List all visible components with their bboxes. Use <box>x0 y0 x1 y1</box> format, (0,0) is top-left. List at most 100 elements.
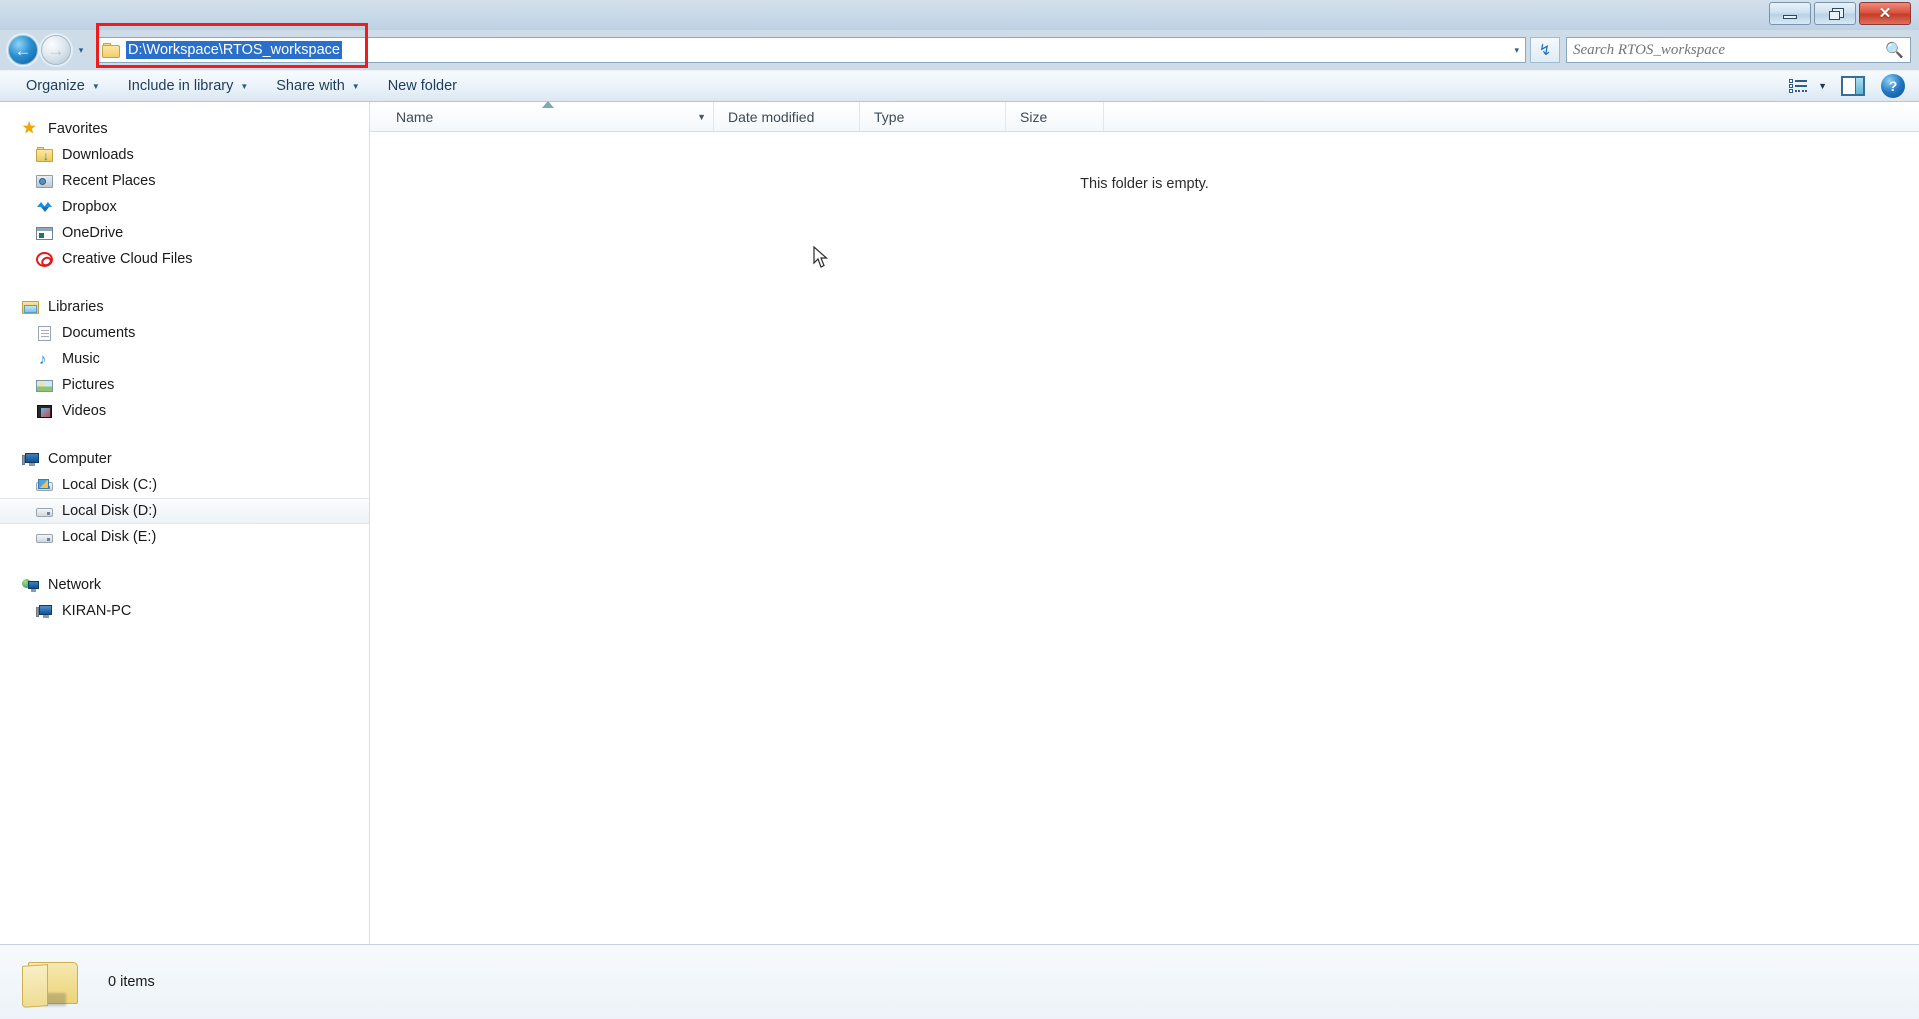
chevron-down-icon[interactable]: ▾ <box>1514 45 1519 56</box>
sidebar-item-label: Local Disk (D:) <box>62 503 158 519</box>
share-with-label: Share with <box>276 78 345 94</box>
search-input[interactable] <box>1573 41 1886 59</box>
refresh-button[interactable]: ↯ <box>1530 37 1560 63</box>
chevron-down-icon: ▼ <box>240 81 249 91</box>
close-icon: ✕ <box>1878 5 1892 22</box>
view-options-icon[interactable] <box>1788 77 1810 95</box>
folder-icon <box>22 957 82 1008</box>
downloads-folder-icon: ↓ <box>36 146 54 164</box>
sidebar-item-recent-places[interactable]: Recent Places <box>0 168 369 194</box>
title-bar: ✕ <box>0 0 1919 30</box>
sidebar-item-libraries[interactable]: Libraries <box>0 294 369 320</box>
sidebar-item-onedrive[interactable]: OneDrive <box>0 220 369 246</box>
minimize-icon <box>1783 15 1797 19</box>
sidebar-item-label: KIRAN-PC <box>62 603 132 619</box>
column-header-filler <box>1104 102 1919 131</box>
address-bar-row: ← → ▾ D:\Workspace\RTOS_workspace ▾ ↯ 🔍 <box>0 23 1919 70</box>
explorer-body: ★ Favorites ↓ Downloads Recent Places Dr… <box>0 101 1919 944</box>
sidebar-item-label: Libraries <box>48 299 104 315</box>
command-bar: Organize ▼ Include in library ▼ Share wi… <box>0 70 1919 102</box>
sidebar-item-pictures[interactable]: Pictures <box>0 372 369 398</box>
sidebar-item-label: Documents <box>62 325 136 341</box>
column-gutter <box>370 102 382 131</box>
video-icon <box>36 403 54 420</box>
restore-icon <box>1828 8 1844 20</box>
computer-icon <box>22 451 40 468</box>
back-button[interactable]: ← <box>8 35 38 65</box>
onedrive-icon <box>36 225 54 242</box>
sidebar-item-creative-cloud-files[interactable]: Creative Cloud Files <box>0 246 369 272</box>
share-with-button[interactable]: Share with ▼ <box>264 74 371 98</box>
nav-group-libraries: Libraries Documents ♪ Music Pictures Vid… <box>0 294 369 424</box>
sidebar-item-label: Creative Cloud Files <box>62 251 193 267</box>
sidebar-item-dropbox[interactable]: Dropbox <box>0 194 369 220</box>
search-icon[interactable]: 🔍 <box>1885 41 1904 59</box>
music-note-icon: ♪ <box>39 350 47 368</box>
creative-cloud-icon <box>36 251 54 268</box>
network-computer-icon <box>36 603 54 620</box>
sidebar-item-label: Computer <box>48 451 112 467</box>
sidebar-item-label: OneDrive <box>62 225 124 241</box>
column-header-label: Name <box>396 108 434 125</box>
minimize-button[interactable] <box>1769 2 1811 25</box>
window-controls: ✕ <box>1769 2 1911 25</box>
sidebar-item-label: Local Disk (E:) <box>62 529 157 545</box>
sidebar-item-downloads[interactable]: ↓ Downloads <box>0 142 369 168</box>
restore-button[interactable] <box>1814 2 1856 25</box>
column-header-date-modified[interactable]: Date modified <box>714 102 860 131</box>
column-header-type[interactable]: Type <box>860 102 1006 131</box>
address-input[interactable]: D:\Workspace\RTOS_workspace ▾ <box>97 37 1526 63</box>
nav-group-computer: Computer Local Disk (C:) Local Disk (D:)… <box>0 446 369 550</box>
chevron-down-icon[interactable]: ▼ <box>1818 81 1827 91</box>
sidebar-item-videos[interactable]: Videos <box>0 398 369 424</box>
column-header-size[interactable]: Size <box>1006 102 1104 131</box>
empty-folder-message: This folder is empty. <box>1080 176 1209 192</box>
address-field-wrapper: D:\Workspace\RTOS_workspace ▾ <box>96 23 1526 68</box>
navigation-pane[interactable]: ★ Favorites ↓ Downloads Recent Places Dr… <box>0 102 370 944</box>
sidebar-item-label: Favorites <box>48 121 108 137</box>
sidebar-item-computer[interactable]: Computer <box>0 446 369 472</box>
file-list-pane[interactable]: Name ▼ Date modified Type Size This fold… <box>370 101 1919 944</box>
sidebar-item-documents[interactable]: Documents <box>0 320 369 346</box>
sidebar-item-kiran-pc[interactable]: KIRAN-PC <box>0 598 369 624</box>
new-folder-button[interactable]: New folder <box>376 74 469 98</box>
command-bar-right: ▼ ? <box>1788 74 1919 98</box>
sidebar-item-network[interactable]: Network <box>0 572 369 598</box>
sidebar-item-label: Videos <box>62 403 107 419</box>
chevron-down-icon: ▾ <box>78 44 84 55</box>
include-in-library-button[interactable]: Include in library ▼ <box>116 74 261 98</box>
sidebar-item-label: Pictures <box>62 377 115 393</box>
preview-pane-icon[interactable] <box>1841 76 1865 96</box>
sidebar-item-favorites[interactable]: ★ Favorites <box>0 116 369 142</box>
sidebar-item-label: Dropbox <box>62 199 117 215</box>
nav-group-favorites: ★ Favorites ↓ Downloads Recent Places Dr… <box>0 116 369 272</box>
windows-drive-icon <box>36 477 54 494</box>
help-icon[interactable]: ? <box>1881 74 1905 98</box>
sidebar-item-local-disk-e[interactable]: Local Disk (E:) <box>0 524 369 550</box>
refresh-icon: ↯ <box>1538 42 1552 59</box>
column-header-name[interactable]: Name ▼ <box>382 101 714 131</box>
sidebar-item-label: Downloads <box>62 147 134 163</box>
history-dropdown-button[interactable]: ▾ <box>73 45 89 56</box>
column-header-label: Size <box>1020 108 1048 125</box>
sidebar-item-label: Music <box>62 351 100 367</box>
explorer-window: ✕ ← → ▾ D:\Workspace\RTOS_workspace ▾ ↯ <box>0 0 1919 1019</box>
recent-places-icon <box>36 173 54 190</box>
drive-icon <box>36 503 54 520</box>
column-header-label: Date modified <box>728 108 815 125</box>
column-header-label: Type <box>874 108 905 125</box>
sidebar-item-local-disk-c[interactable]: Local Disk (C:) <box>0 472 369 498</box>
forward-button[interactable]: → <box>41 35 71 65</box>
drive-icon <box>36 529 54 546</box>
sidebar-item-local-disk-d[interactable]: Local Disk (D:) <box>0 498 369 524</box>
close-button[interactable]: ✕ <box>1859 2 1911 25</box>
back-arrow-icon: ← <box>14 40 32 60</box>
chevron-down-icon[interactable]: ▼ <box>697 112 706 122</box>
dropbox-icon <box>36 199 54 216</box>
organize-button[interactable]: Organize ▼ <box>14 74 112 98</box>
column-header-row: Name ▼ Date modified Type Size <box>370 101 1919 132</box>
nav-group-network: Network KIRAN-PC <box>0 572 369 624</box>
sidebar-item-music[interactable]: ♪ Music <box>0 346 369 372</box>
search-box[interactable]: 🔍 <box>1566 37 1911 63</box>
include-in-library-label: Include in library <box>127 78 234 94</box>
